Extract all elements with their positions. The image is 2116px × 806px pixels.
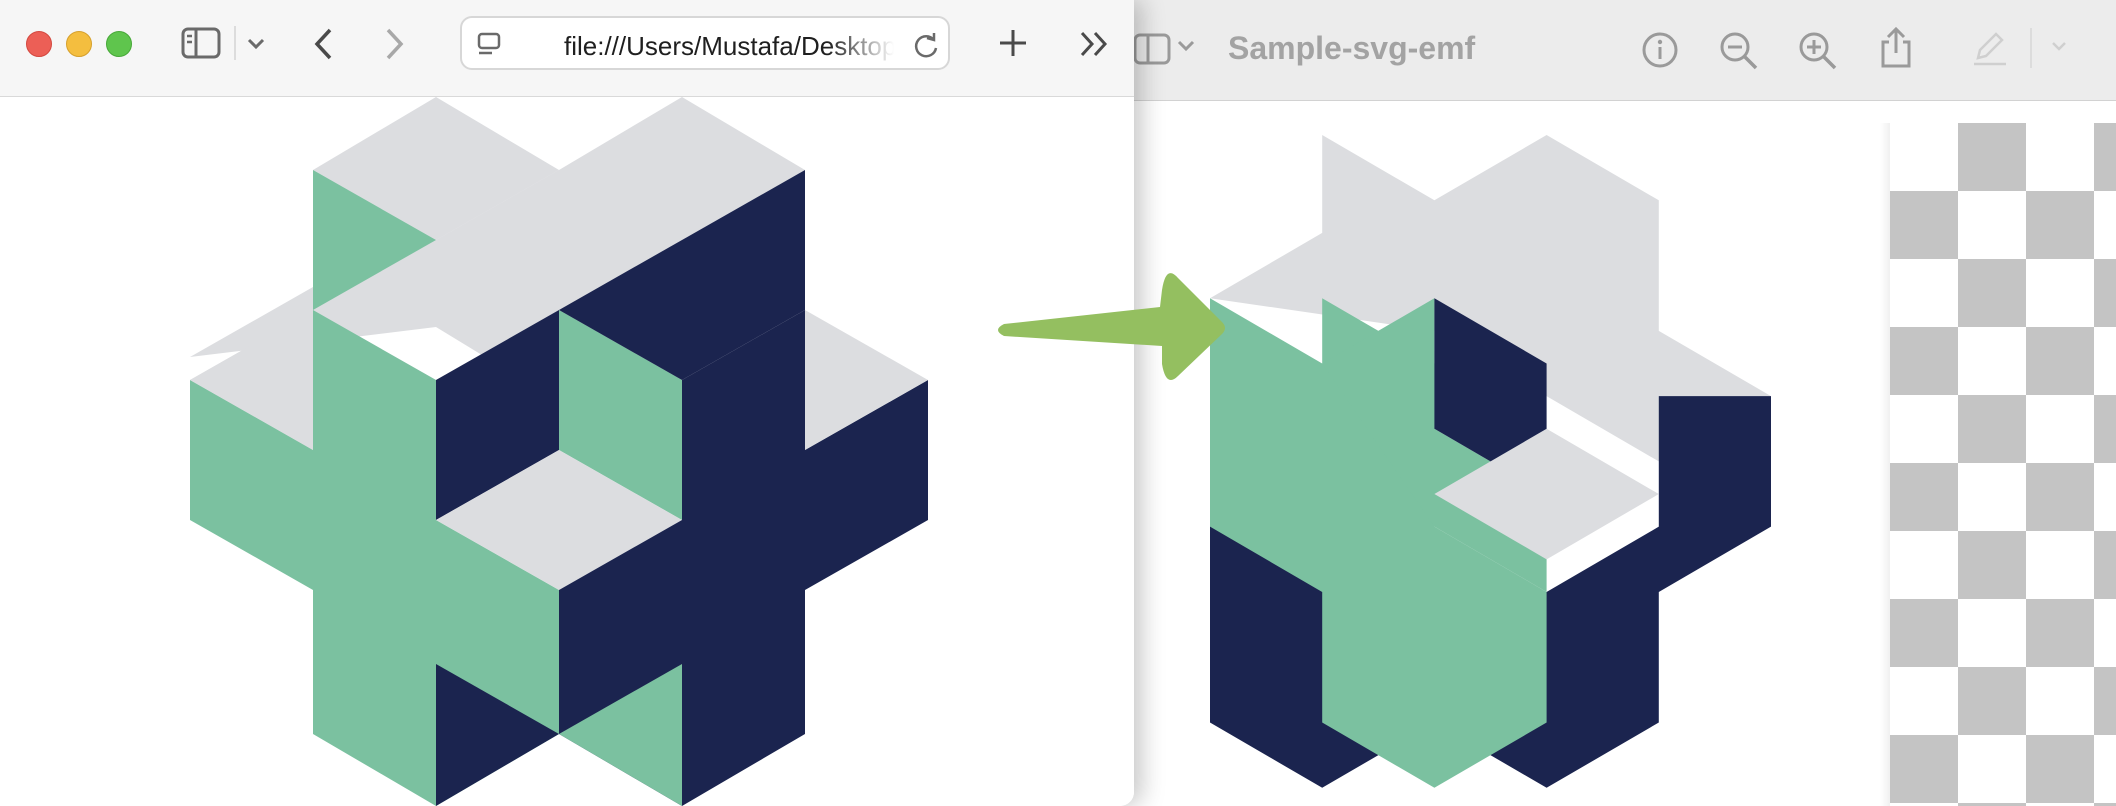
pencil-icon[interactable] — [1970, 28, 2010, 73]
rendered-emf-graphic — [1210, 135, 1771, 788]
toolbar-divider — [2030, 28, 2032, 68]
info-icon[interactable] — [1640, 30, 1680, 75]
double-chevron-right-icon[interactable] — [1078, 28, 1112, 65]
share-icon[interactable] — [1876, 26, 1916, 75]
zoom-out-icon[interactable] — [1718, 30, 1760, 77]
preview-window: Sample-svg-emf — [1100, 0, 2116, 806]
document-canvas — [1100, 101, 2116, 806]
toolbar-divider — [234, 26, 236, 60]
minimize-window-button[interactable] — [66, 31, 92, 57]
sidebar-icon[interactable] — [180, 24, 222, 67]
chevron-right-icon[interactable] — [380, 24, 410, 69]
web-content — [0, 97, 1134, 806]
plus-icon[interactable] — [996, 24, 1030, 67]
safari-toolbar: file:///Users/Mustafa/Desktop/Sample-svg… — [0, 0, 1134, 97]
url-text: file:///Users/Mustafa/Desktop/Sample-svg… — [564, 31, 894, 61]
svg-graphic — [190, 97, 928, 806]
reload-icon[interactable] — [912, 30, 940, 65]
arrow-icon — [998, 273, 1225, 380]
transparency-checkerboard — [1890, 123, 2116, 806]
document-title: Sample-svg-emf — [1228, 30, 1476, 66]
safari-window: file:///Users/Mustafa/Desktop/Sample-svg… — [0, 0, 1134, 806]
page-menu-icon[interactable] — [476, 30, 504, 63]
close-window-button[interactable] — [26, 31, 52, 57]
preview-toolbar: Sample-svg-emf — [1100, 0, 2116, 101]
chevron-left-icon[interactable] — [308, 24, 338, 69]
chevron-down-icon[interactable] — [1176, 38, 1196, 59]
zoom-window-button[interactable] — [106, 31, 132, 57]
chevron-down-icon[interactable] — [246, 36, 266, 57]
zoom-in-icon[interactable] — [1797, 30, 1839, 77]
sidebar-icon[interactable] — [1132, 30, 1172, 73]
chevron-down-icon[interactable] — [2050, 40, 2068, 59]
address-bar[interactable]: file:///Users/Mustafa/Desktop/Sample-svg… — [460, 16, 950, 70]
